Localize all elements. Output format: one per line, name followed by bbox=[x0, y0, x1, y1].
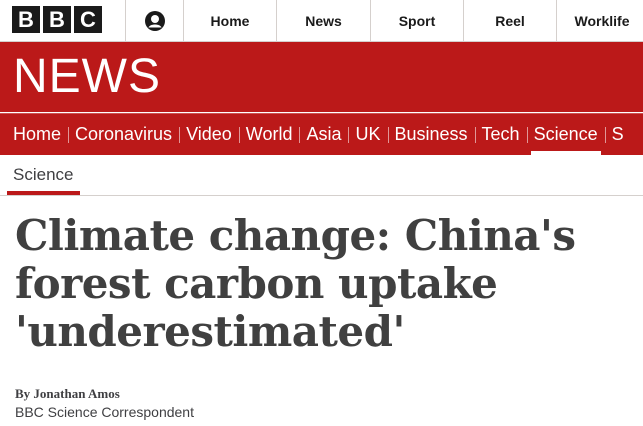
section-nav-science[interactable]: Science bbox=[526, 114, 605, 155]
section-nav-tech[interactable]: Tech bbox=[474, 114, 527, 155]
section-nav-home[interactable]: Home bbox=[6, 114, 68, 155]
subnav-science-link[interactable]: Science bbox=[13, 165, 73, 185]
news-logo[interactable]: NEWS bbox=[13, 51, 161, 103]
article-headline: Climate change: China's forest carbon up… bbox=[15, 211, 576, 356]
top-nav: Home News Sport Reel Worklife bbox=[184, 0, 643, 41]
bbc-logo-letter: B bbox=[43, 6, 71, 33]
top-nav-home[interactable]: Home bbox=[184, 0, 277, 41]
bbc-logo-letter: B bbox=[12, 6, 40, 33]
top-nav-news[interactable]: News bbox=[277, 0, 371, 41]
top-nav-reel[interactable]: Reel bbox=[464, 0, 557, 41]
subnav: Science bbox=[0, 155, 643, 196]
masthead: B B C Home News Sport Reel Worklife bbox=[0, 0, 643, 42]
top-nav-worklife[interactable]: Worklife bbox=[557, 0, 643, 41]
byline-role: BBC Science Correspondent bbox=[15, 404, 194, 420]
section-nav-asia[interactable]: Asia bbox=[299, 114, 348, 155]
subnav-active-indicator bbox=[7, 191, 80, 195]
section-nav-world[interactable]: World bbox=[238, 114, 300, 155]
top-nav-sport[interactable]: Sport bbox=[371, 0, 464, 41]
byline: By Jonathan Amos BBC Science Corresponde… bbox=[15, 386, 194, 420]
news-banner: NEWS bbox=[0, 42, 643, 112]
section-nav-more[interactable]: S bbox=[604, 114, 631, 155]
section-nav-business[interactable]: Business bbox=[387, 114, 475, 155]
byline-author: By Jonathan Amos bbox=[15, 386, 120, 401]
bbc-logo-letter: C bbox=[74, 6, 102, 33]
section-nav-video[interactable]: Video bbox=[179, 114, 239, 155]
account-button[interactable] bbox=[126, 0, 184, 41]
bbc-logo[interactable]: B B C bbox=[12, 6, 102, 33]
section-nav: Home Coronavirus Video World Asia UK Bus… bbox=[0, 113, 643, 155]
section-nav-uk[interactable]: UK bbox=[348, 114, 387, 155]
section-nav-coronavirus[interactable]: Coronavirus bbox=[68, 114, 179, 155]
user-icon bbox=[144, 10, 165, 31]
